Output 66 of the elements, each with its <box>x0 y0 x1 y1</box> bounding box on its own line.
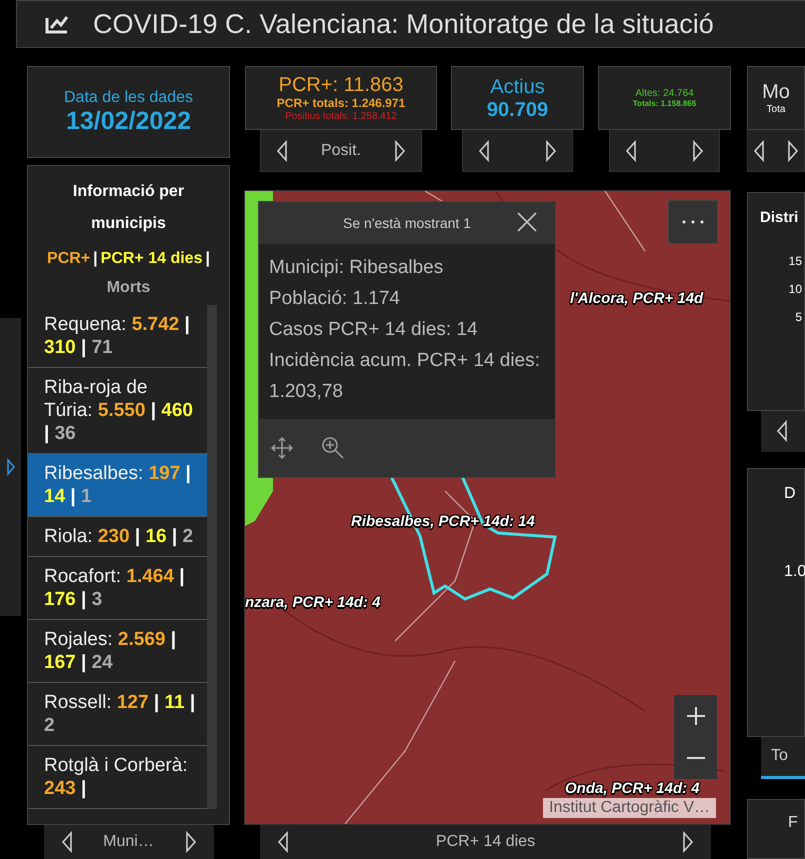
minus-icon <box>686 757 704 759</box>
legend-separator: | <box>205 249 210 269</box>
indicator-text: Totals: 1.158.865 <box>632 100 696 108</box>
map-label: Onda, PCR+ 14d: 4 <box>565 780 700 797</box>
left-arrow-icon[interactable] <box>775 420 789 442</box>
popup-field: Població: 1.174 <box>269 283 545 314</box>
axis-tick: 15 <box>788 254 802 268</box>
legend-label: PCR+ <box>47 249 90 269</box>
indicator-text: Mo <box>762 81 790 103</box>
right-arrow-icon[interactable] <box>184 831 198 853</box>
right-arrow-icon[interactable] <box>680 831 695 853</box>
municipality-item[interactable]: Rotglà i Corberà: 243 | <box>28 746 207 809</box>
municipality-item[interactable]: Rojales: 2.569 | 167 | 24 <box>28 620 207 683</box>
right-arrow-icon[interactable] <box>786 140 800 162</box>
map-attribution: Institut Cartogràfic V… <box>543 798 716 818</box>
left-arrow-icon[interactable] <box>752 140 766 162</box>
legend-label: Morts <box>106 278 150 298</box>
map-label: nzara, PCR+ 14d: 4 <box>245 594 380 611</box>
close-icon[interactable] <box>517 212 537 232</box>
left-arrow-icon[interactable] <box>60 831 74 853</box>
chart-logo-icon <box>45 14 69 34</box>
indicator-nav-label: Posit. <box>320 142 361 160</box>
municipality-item[interactable]: Riola: 230 | 16 | 2 <box>28 517 207 557</box>
municipality-item[interactable]: Requena: 5.742 | 310 | 71 <box>28 305 207 368</box>
indicator-text: Positius totals: 1.258.412 <box>285 111 397 122</box>
indicator-text: Actius <box>490 76 545 98</box>
popup-title: Se n'està mostrant 1 <box>343 215 471 231</box>
panel-title: Informació per municipis <box>72 182 186 234</box>
popup-field: Casos PCR+ 14 dies: 14 <box>269 314 545 345</box>
panel-title: F <box>788 814 798 832</box>
side-panel-toggle[interactable] <box>0 318 21 616</box>
popup-field: Incidència acum. PCR+ 14 dies: 1.203,78 <box>269 345 545 407</box>
municipality-item[interactable]: Ribesalbes: 197 | 14 | 1 <box>28 454 207 517</box>
left-arrow-icon[interactable] <box>276 831 290 853</box>
move-arrows-icon[interactable] <box>271 437 293 459</box>
legend-separator: | <box>93 249 98 269</box>
legend-label: PCR+ 14 dies <box>100 249 202 269</box>
indicator-text: 13/02/2022 <box>66 108 192 136</box>
left-arrow-icon[interactable] <box>476 140 491 162</box>
indicator-text: 90.709 <box>486 98 548 120</box>
indicator-text: PCR+ totals: 1.246.971 <box>276 96 406 110</box>
right-arrow-icon[interactable] <box>544 140 558 162</box>
map-nav-label: PCR+ 14 dies <box>436 833 536 851</box>
more-icon <box>682 220 704 224</box>
right-arrow-icon[interactable] <box>691 140 706 162</box>
popup-field: Municipi: Ribesalbes <box>269 252 545 283</box>
expand-arrow-icon[interactable] <box>6 458 16 476</box>
indicator-text: Altes: 24.764 <box>635 88 694 99</box>
panel-title: D <box>784 485 797 504</box>
panel-nav-label: Muni… <box>103 833 154 851</box>
axis-tick: 10 <box>788 282 802 296</box>
left-arrow-icon[interactable] <box>275 140 290 162</box>
indicator-text: Tota <box>766 104 786 115</box>
left-arrow-icon[interactable] <box>624 140 638 162</box>
axis-tick: 5 <box>795 310 802 324</box>
zoom-to-icon[interactable] <box>321 436 345 460</box>
right-arrow-icon[interactable] <box>392 140 407 162</box>
plus-icon <box>686 707 704 725</box>
panel-tab[interactable]: To <box>761 736 805 780</box>
municipality-item[interactable]: Rossell: 127 | 11 | 2 <box>28 683 207 746</box>
dashboard-title: COVID-19 C. Valenciana: Monitoratge de la situació <box>93 8 714 40</box>
map-label: l'Alcora, PCR+ 14d <box>570 290 704 307</box>
panel-title: Distri <box>760 209 800 226</box>
municipality-item[interactable]: Rocafort: 1.464 | 176 | 3 <box>28 557 207 620</box>
indicator-text: PCR+: 11.863 <box>278 74 404 96</box>
indicator-text: Data de les dades <box>64 88 193 107</box>
